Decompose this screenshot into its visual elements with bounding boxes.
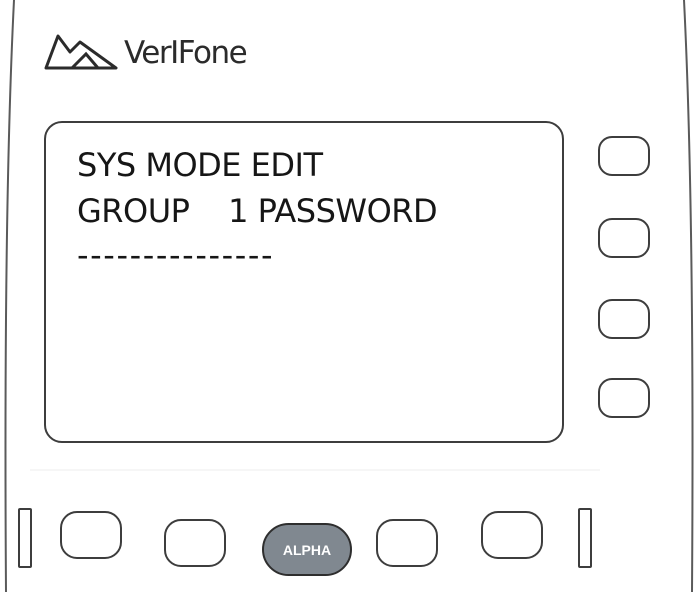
function-key-3[interactable] [376,519,438,567]
screen-key-4[interactable] [598,378,650,418]
screen-line-prompt: GROUP 1 PASSWORD [77,192,438,230]
function-key-1[interactable] [60,511,122,559]
verifone-logo-icon [44,34,118,70]
screen-key-3[interactable] [598,299,650,339]
screen-line-title: SYS MODE EDIT [77,146,323,184]
left-edge-key[interactable] [18,508,32,568]
function-key-4[interactable] [481,511,543,559]
screen-key-2[interactable] [598,218,650,258]
brand-name: VerIFone [124,35,248,71]
display-screen: SYS MODE EDIT GROUP 1 PASSWORD ---------… [44,121,564,443]
screen-key-1[interactable] [598,136,650,176]
screen-line-input: --------------- [77,236,275,274]
right-edge-key[interactable] [578,508,592,568]
alpha-key[interactable]: ALPHA [262,523,352,576]
function-key-2[interactable] [164,519,226,567]
verifone-logo: VerIFone [44,26,248,74]
